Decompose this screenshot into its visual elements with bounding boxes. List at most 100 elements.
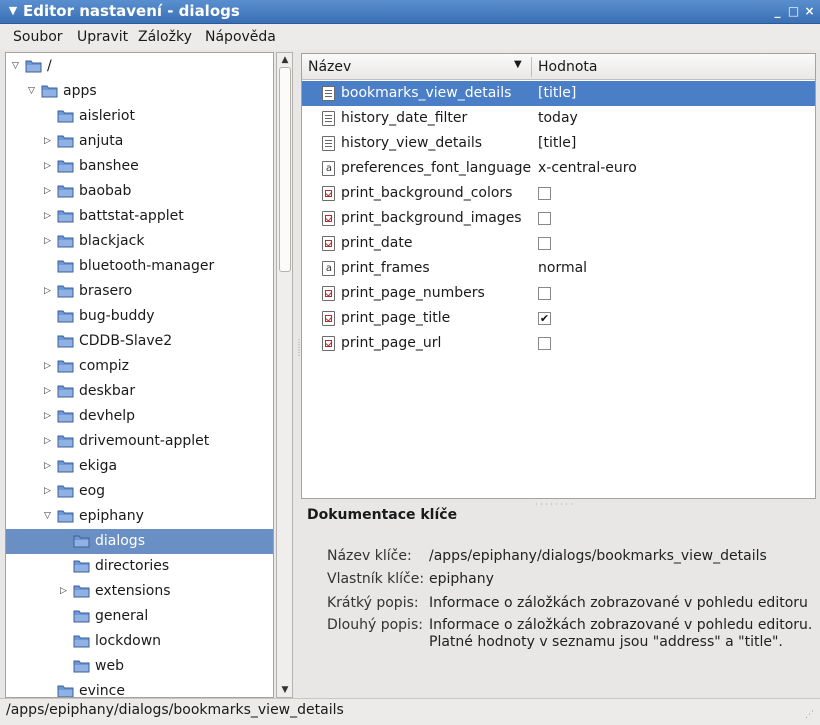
key-row[interactable]: history_view_details [title]: [302, 131, 815, 156]
tree-item[interactable]: ▷ battstat-applet: [6, 204, 273, 229]
key-value[interactable]: today: [538, 110, 578, 126]
window-menu-chevron-down-icon[interactable]: ▼: [6, 1, 20, 21]
scroll-up-chevron-icon[interactable]: ▲: [279, 54, 291, 66]
expander-closed-icon[interactable]: ▷: [44, 411, 54, 421]
keys-list[interactable]: Název ▼ Hodnota bookmarks_view_details [t…: [301, 53, 816, 499]
tree-item[interactable]: CDDB-Slave2: [6, 329, 273, 354]
key-row[interactable]: print_background_colors: [302, 181, 815, 206]
scroll-down-chevron-icon[interactable]: ▼: [279, 684, 291, 696]
scroll-thumb[interactable]: [279, 67, 291, 272]
menu-zalozky[interactable]: Záložky: [138, 29, 192, 45]
tree-item[interactable]: ▷ blackjack: [6, 229, 273, 254]
title-bar: ▼ Editor nastavení - dialogs _ □ ×: [0, 0, 820, 24]
key-name: print_date: [341, 235, 413, 251]
expander-closed-icon[interactable]: ▷: [44, 186, 54, 196]
tree-item[interactable]: aisleriot: [6, 104, 273, 129]
key-value-checkbox[interactable]: [538, 337, 551, 350]
close-button[interactable]: ×: [803, 5, 816, 18]
expander-open-icon[interactable]: ▽: [12, 61, 22, 71]
doc-long-value-line2: Platné hodnoty v seznamu jsou "address" …: [429, 634, 783, 650]
tree-item[interactable]: ▷ deskbar: [6, 379, 273, 404]
tree-item[interactable]: ▷ brasero: [6, 279, 273, 304]
key-row[interactable]: print_background_images: [302, 206, 815, 231]
doc-owner-value: epiphany: [429, 571, 494, 587]
pane-grip-icon[interactable]: ⋮ ⋮ ⋮: [295, 339, 303, 380]
tree-item[interactable]: bluetooth-manager: [6, 254, 273, 279]
tree-item[interactable]: ▽ /: [6, 54, 273, 79]
expander-open-icon[interactable]: ▽: [44, 511, 54, 521]
tree-item[interactable]: directories: [6, 554, 273, 579]
maximize-button[interactable]: □: [787, 5, 800, 18]
expander-closed-icon[interactable]: ▷: [44, 386, 54, 396]
key-value-checkbox[interactable]: [538, 287, 551, 300]
list-key-icon: [322, 111, 335, 126]
tree-item[interactable]: web: [6, 654, 273, 679]
tree-item-label: extensions: [95, 583, 171, 599]
key-value[interactable]: [title]: [538, 135, 576, 151]
sort-chevron-down-icon[interactable]: ▼: [514, 59, 522, 70]
resize-grip-icon[interactable]: ⋰: [805, 710, 817, 722]
directory-tree[interactable]: ▽ / ▽ apps aisleriot ▷ anjuta ▷ banshee ▷ baobab ▷ b…: [5, 52, 274, 698]
expander-closed-icon[interactable]: ▷: [44, 236, 54, 246]
expander-closed-icon[interactable]: ▷: [44, 486, 54, 496]
key-value-checkbox[interactable]: [538, 187, 551, 200]
column-value-header[interactable]: Hodnota: [538, 59, 598, 75]
expander-open-icon[interactable]: ▽: [28, 86, 38, 96]
folder-icon: [57, 285, 74, 298]
minimize-button[interactable]: _: [771, 5, 784, 18]
tree-item[interactable]: ▷ ekiga: [6, 454, 273, 479]
tree-item[interactable]: ▷ extensions: [6, 579, 273, 604]
tree-item[interactable]: lockdown: [6, 629, 273, 654]
key-value-checkbox[interactable]: ✔: [538, 312, 551, 325]
key-value[interactable]: x-central-euro: [538, 160, 637, 176]
expander-closed-icon[interactable]: ▷: [60, 586, 70, 596]
key-row[interactable]: print_date: [302, 231, 815, 256]
key-value-checkbox[interactable]: [538, 212, 551, 225]
tree-item[interactable]: ▷ baobab: [6, 179, 273, 204]
tree-item[interactable]: ▷ anjuta: [6, 129, 273, 154]
tree-item[interactable]: general: [6, 604, 273, 629]
key-row[interactable]: a print_frames normal: [302, 256, 815, 281]
expander-closed-icon[interactable]: ▷: [44, 136, 54, 146]
tree-item-label: blackjack: [79, 233, 145, 249]
column-separator[interactable]: [531, 57, 532, 77]
key-value[interactable]: [title]: [538, 85, 576, 101]
folder-icon: [57, 460, 74, 473]
expander-closed-icon[interactable]: ▷: [44, 211, 54, 221]
key-value-checkbox[interactable]: [538, 237, 551, 250]
tree-item-label: deskbar: [79, 383, 136, 399]
key-row[interactable]: a preferences_font_language x-central-euro: [302, 156, 815, 181]
tree-item[interactable]: ▷ compiz: [6, 354, 273, 379]
column-name-header[interactable]: Název: [308, 59, 351, 75]
expander-closed-icon[interactable]: ▷: [44, 286, 54, 296]
menu-napoveda[interactable]: Nápověda: [205, 29, 276, 45]
tree-item[interactable]: ▷ devhelp: [6, 404, 273, 429]
tree-item[interactable]: ▽ apps: [6, 79, 273, 104]
tree-item-label: lockdown: [95, 633, 162, 649]
tree-scrollbar[interactable]: ▲ ▼: [276, 52, 293, 698]
list-key-icon: [322, 136, 335, 151]
tree-item[interactable]: ▷ drivemount-applet: [6, 429, 273, 454]
menu-soubor[interactable]: Soubor: [13, 29, 63, 45]
tree-item[interactable]: dialogs: [6, 529, 273, 554]
key-row[interactable]: bookmarks_view_details [title]: [302, 81, 815, 106]
expander-closed-icon[interactable]: ▷: [44, 436, 54, 446]
key-row[interactable]: print_page_numbers: [302, 281, 815, 306]
key-row[interactable]: history_date_filter today: [302, 106, 815, 131]
key-row[interactable]: print_page_title ✔: [302, 306, 815, 331]
expander-closed-icon[interactable]: ▷: [44, 161, 54, 171]
tree-item[interactable]: bug-buddy: [6, 304, 273, 329]
expander-closed-icon[interactable]: ▷: [44, 361, 54, 371]
horizontal-pane-grip-icon[interactable]: · · · · · · · ·: [535, 500, 575, 509]
key-value[interactable]: normal: [538, 260, 587, 276]
tree-item[interactable]: ▷ eog: [6, 479, 273, 504]
folder-icon: [73, 660, 90, 673]
key-row[interactable]: print_page_url: [302, 331, 815, 356]
tree-item-label: brasero: [79, 283, 133, 299]
tree-item[interactable]: ▷ banshee: [6, 154, 273, 179]
tree-item[interactable]: evince: [6, 679, 273, 697]
menu-upravit[interactable]: Upravit: [77, 29, 128, 45]
tree-item[interactable]: ▽ epiphany: [6, 504, 273, 529]
expander-closed-icon[interactable]: ▷: [44, 461, 54, 471]
folder-icon: [57, 235, 74, 248]
